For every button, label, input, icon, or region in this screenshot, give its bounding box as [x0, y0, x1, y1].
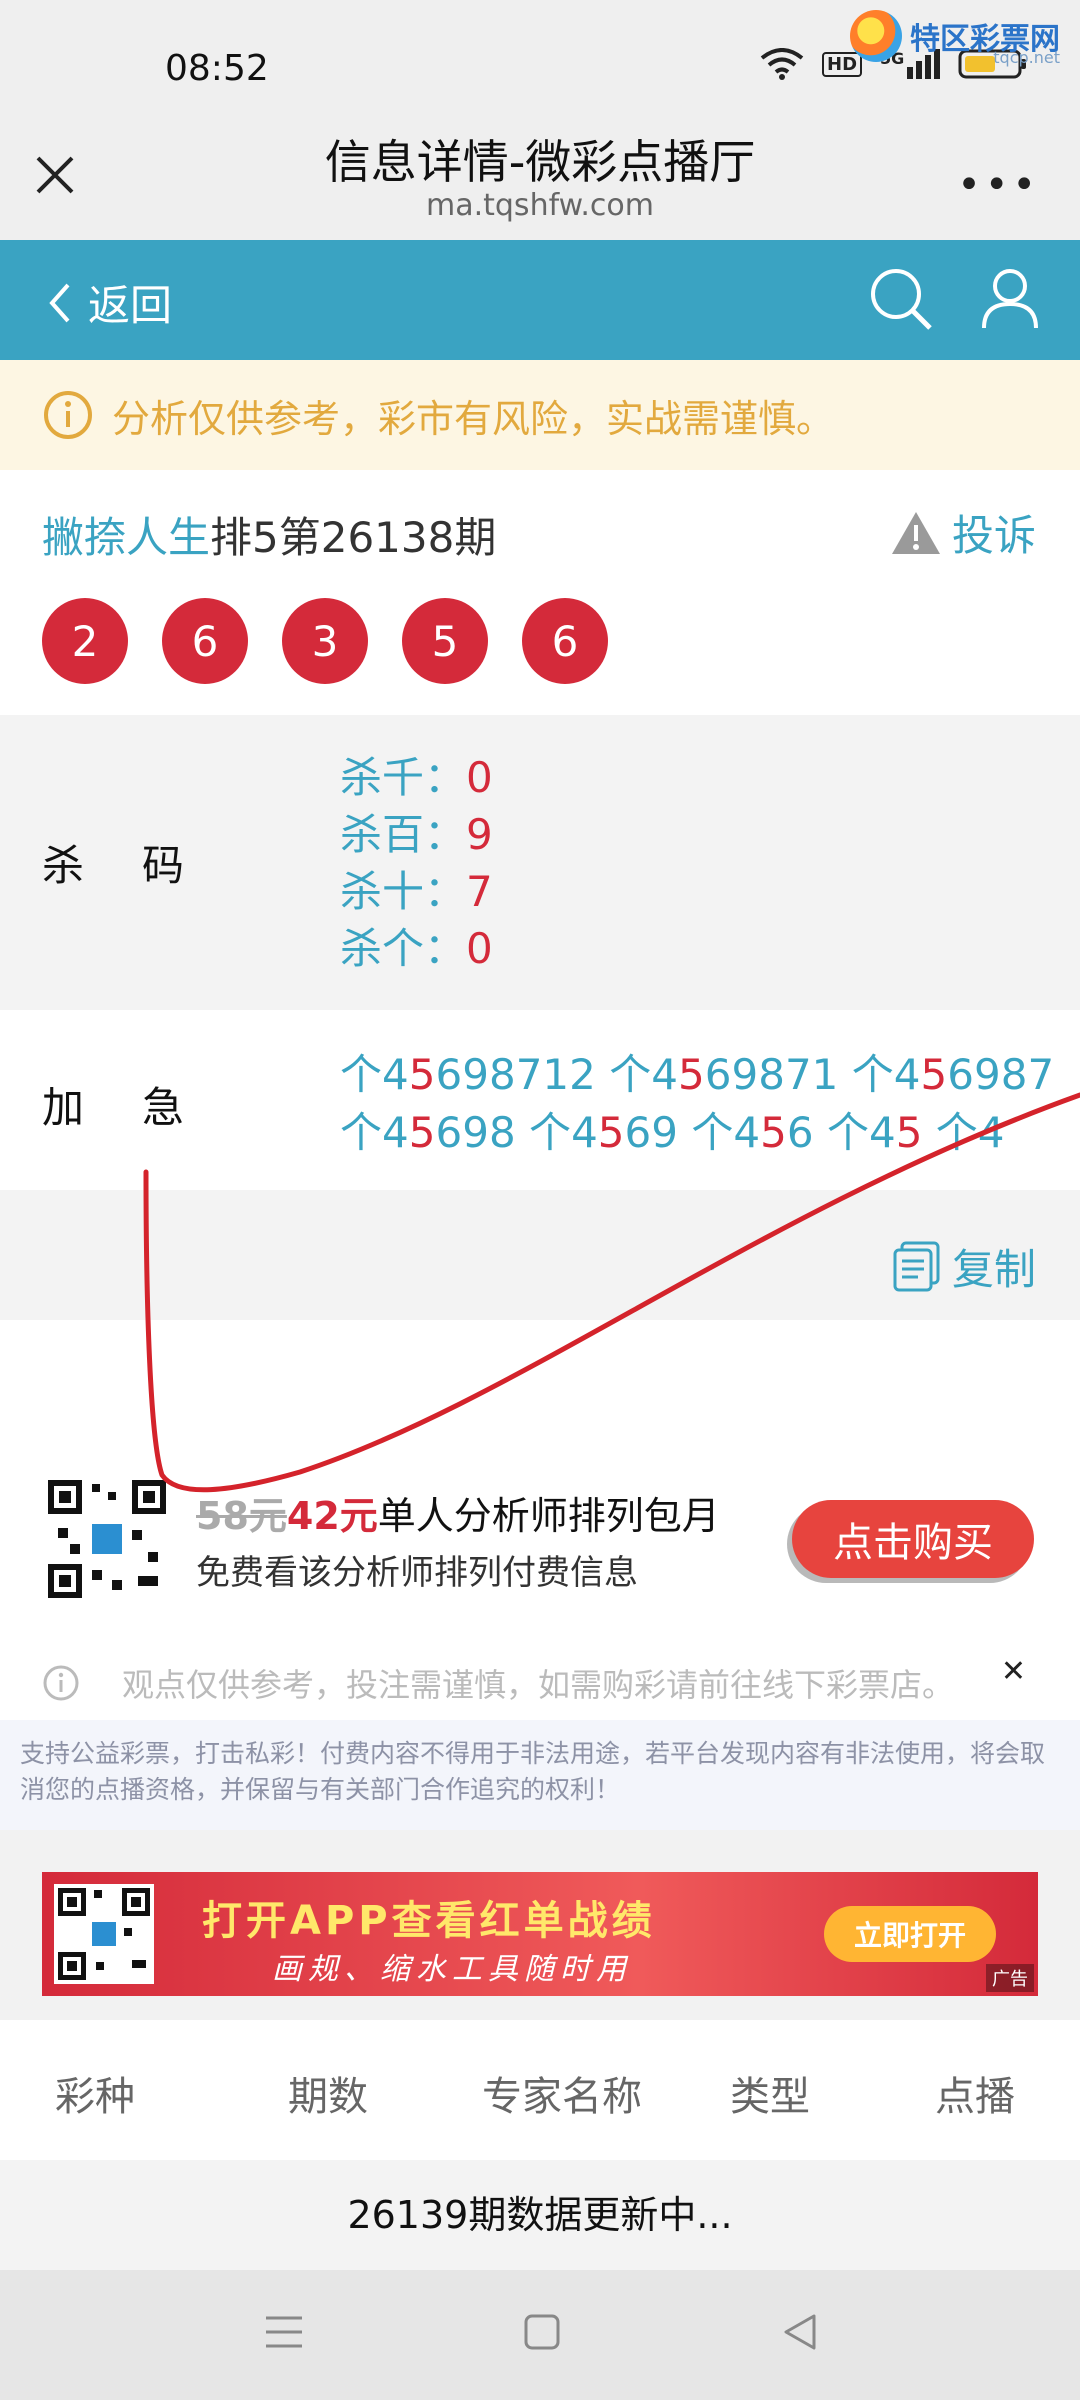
open-app-button[interactable]: 立即打开: [824, 1906, 996, 1962]
column-header: 专家名称: [482, 2074, 642, 2120]
tip-text: 观点仅供参考，投注需谨慎，如需购彩请前往线下彩票店。: [122, 1666, 955, 1704]
legal-disclaimer: 支持公益彩票，打击私彩！付费内容不得用于非法用途，若平台发现内容有非法使用，将会…: [0, 1720, 1080, 1830]
home-icon[interactable]: [522, 2312, 562, 2352]
page-url: ma.tqshfw.com: [425, 188, 655, 223]
copy-icon: [893, 1241, 940, 1291]
ad-badge: 广告: [986, 1964, 1034, 1992]
watermark-icon: [850, 10, 902, 62]
chevron-left-icon: [49, 283, 70, 322]
author-name[interactable]: 撇捺人生: [42, 513, 210, 562]
column-header: 类型: [730, 2074, 810, 2120]
copy-row: 复制: [0, 1190, 1080, 1320]
menu-icon[interactable]: [264, 2312, 304, 2352]
number-ball: 6: [522, 598, 608, 684]
warning-icon: [891, 511, 940, 554]
rush-lines: 个45698712 个4569871 个456987 个45698 个4569 …: [340, 1046, 1054, 1162]
app-banner-ad[interactable]: 打开APP查看红单战绩 画规、缩水工具随时用 立即打开 广告: [42, 1872, 1038, 1996]
notice-text: 分析仅供参考，彩市有风险，实战需谨慎。: [112, 396, 835, 441]
number-ball: 6: [162, 598, 248, 684]
rush-line-1: 个45698712 个4569871 个456987: [340, 1050, 1055, 1099]
old-price: 58元: [196, 1494, 287, 1538]
complain-button[interactable]: 投诉: [890, 502, 1036, 563]
buy-button[interactable]: 点击购买: [792, 1500, 1034, 1578]
copy-label: 复制: [951, 1245, 1036, 1294]
kill-code-label: 杀码: [42, 841, 243, 890]
promo-title-text: 单人分析师排列包月: [377, 1494, 720, 1538]
number-ball: 2: [42, 598, 128, 684]
data-updating-message: 26139期数据更新中...: [0, 2160, 1080, 2270]
kill-item: 杀个：0: [340, 924, 493, 973]
promo-title: 58元42元单人分析师排列包月: [196, 1485, 720, 1540]
copy-button[interactable]: 复制: [892, 1236, 1036, 1297]
rush-label: 加急: [42, 1083, 243, 1132]
subscription-promo: 58元42元单人分析师排列包月 免费看该分析师排列付费信息 点击购买 观点仅供参…: [0, 1320, 1080, 1720]
qr-code-icon: [54, 1884, 154, 1984]
issue-label: 排5第26138期: [210, 513, 497, 562]
close-tip-icon[interactable]: ✕: [1001, 1654, 1026, 1689]
rush-row: 加急 个45698712 个4569871 个456987 个45698 个45…: [0, 1010, 1080, 1190]
column-header: 点播: [935, 2074, 1015, 2120]
author-line: 撇捺人生排5第26138期: [42, 504, 496, 565]
column-header: 彩种: [55, 2074, 135, 2120]
column-header: 期数: [288, 2074, 368, 2120]
number-ball: 3: [282, 598, 368, 684]
complain-label: 投诉: [951, 511, 1036, 560]
watermark-sub: tqcp.net: [993, 48, 1060, 67]
kill-item: 杀百：9: [340, 810, 493, 859]
page-title: 信息详情-微彩点播厅: [324, 135, 756, 189]
browser-titlebar: 信息详情-微彩点播厅 ma.tqshfw.com •••: [0, 120, 1080, 240]
more-options-icon[interactable]: •••: [957, 162, 1040, 208]
banner-subline: 画规、缩水工具随时用: [272, 1952, 632, 1987]
system-nav-bar: [0, 2270, 1080, 2400]
info-icon: [43, 1665, 79, 1701]
info-icon: [44, 391, 92, 439]
status-bar: 08:52 HD 5G 特区彩票网 tqcp.net: [0, 0, 1080, 135]
kill-item: 杀千：0: [340, 753, 493, 802]
result-card: 撇捺人生排5第26138期 投诉 2 6 3 5 6: [0, 470, 1080, 715]
back-nav-icon[interactable]: [780, 2312, 820, 2352]
kill-item: 杀十：7: [340, 867, 493, 916]
kill-code-row: 杀码 杀千：0 杀百：9 杀十：7 杀个：0: [0, 715, 1080, 1010]
promo-subtitle: 免费看该分析师排列付费信息: [196, 1553, 638, 1593]
wifi-icon: [760, 48, 804, 80]
search-icon[interactable]: [868, 266, 934, 332]
back-label: 返回: [88, 281, 173, 330]
kill-code-list: 杀千：0 杀百：9 杀十：7 杀个：0: [340, 749, 493, 977]
back-button[interactable]: 返回: [48, 272, 172, 333]
number-ball: 5: [402, 598, 488, 684]
banner-headline: 打开APP查看红单战绩: [202, 1898, 656, 1944]
purchase-tip: 观点仅供参考，投注需谨慎，如需购彩请前往线下彩票店。: [42, 1660, 954, 1706]
rush-line-2: 个45698 个4569 个456 个45 个4: [340, 1108, 1005, 1157]
qr-code-icon: [48, 1480, 166, 1598]
app-header: 返回: [0, 240, 1080, 360]
user-icon[interactable]: [980, 266, 1040, 332]
risk-notice: 分析仅供参考，彩市有风险，实战需谨慎。: [0, 360, 1080, 470]
new-price: 42元: [286, 1494, 378, 1538]
status-time: 08:52: [165, 48, 269, 89]
table-header: 彩种 期数 专家名称 类型 点播: [0, 2020, 1080, 2160]
draw-numbers: 2 6 3 5 6: [42, 598, 608, 684]
header-actions: [868, 266, 1040, 332]
